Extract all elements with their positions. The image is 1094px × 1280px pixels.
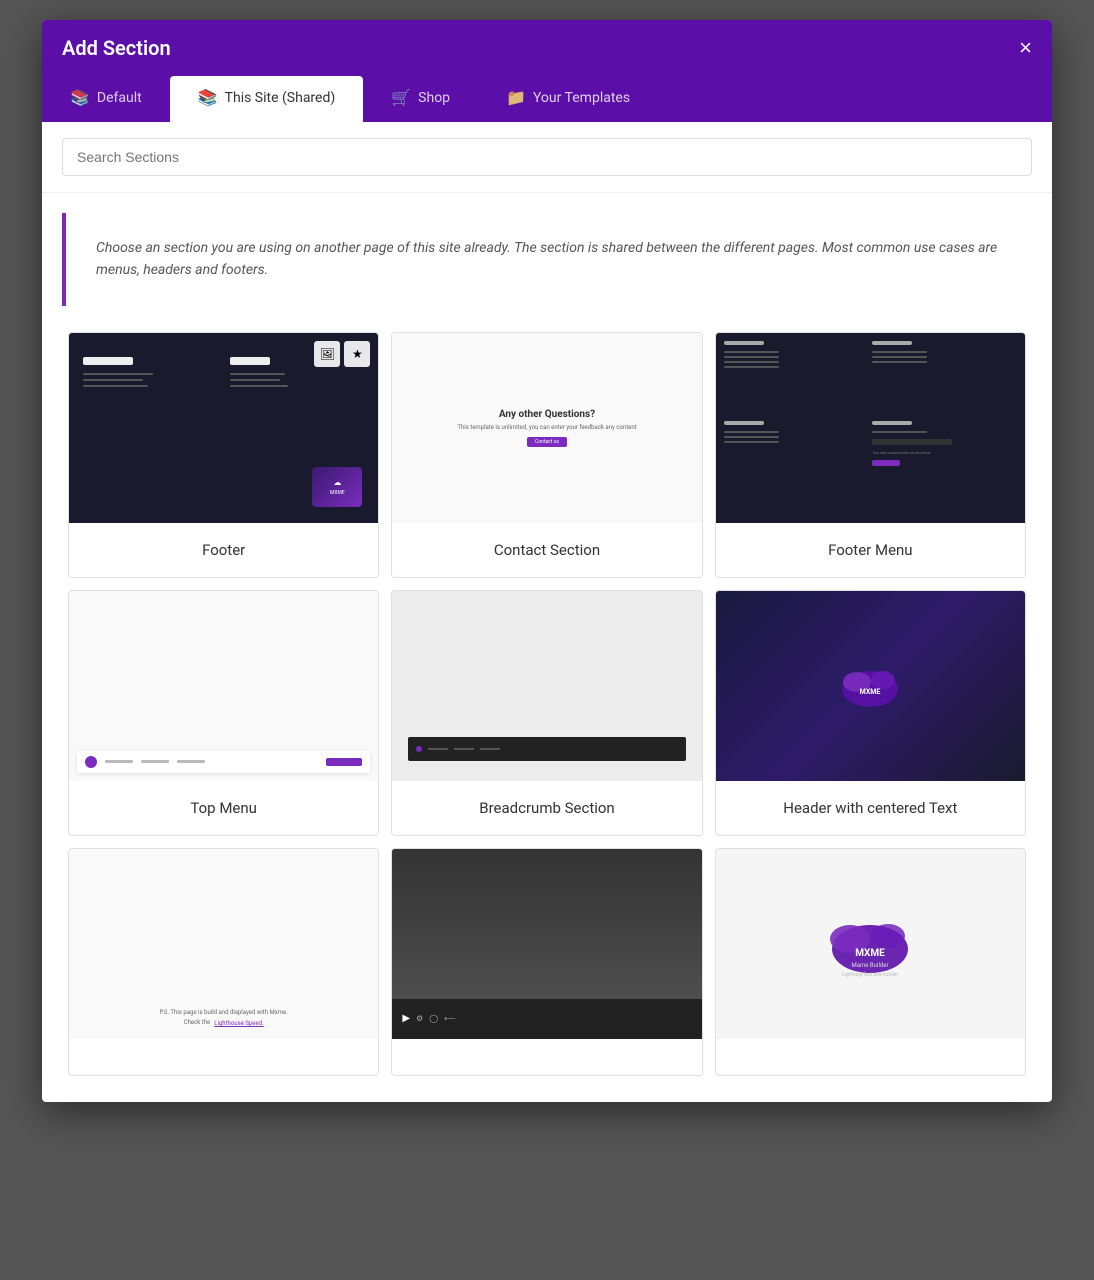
add-section-modal: Add Section × 📚 Default 📚 This Site (Sha…: [42, 20, 1052, 1102]
section-card-logo[interactable]: MXME Mame Builder Lightning fast site bu…: [715, 848, 1026, 1076]
footer-text-card-label: [69, 1039, 378, 1075]
top-menu-preview: [69, 591, 378, 781]
header-centered-preview: MXME: [716, 591, 1025, 781]
contact-text-mini: This template is unlimited, you can ente…: [457, 424, 636, 431]
section-card-video[interactable]: ▶ ⚙ ◯ ⟵: [391, 848, 702, 1076]
video-preview: ▶ ⚙ ◯ ⟵: [392, 849, 701, 1039]
info-block: Choose an section you are using on anoth…: [62, 213, 1032, 306]
breadcrumb-card-label: Breadcrumb Section: [392, 781, 701, 835]
breadcrumb-preview: [392, 591, 701, 781]
footer-lighthouse-link[interactable]: Lighthouse Speed.: [214, 1020, 263, 1027]
section-card-header-centered[interactable]: MXME Header with centered Text: [715, 590, 1026, 836]
contact-btn-mini: Contact us: [527, 437, 567, 447]
video-card-label: [392, 1039, 701, 1075]
tab-default-label: Default: [97, 90, 142, 106]
section-card-footer[interactable]: ☁MXME 🖼 ★ Footer: [68, 332, 379, 578]
tab-your-templates[interactable]: 📁 Your Templates: [478, 76, 658, 122]
sections-grid: ☁MXME 🖼 ★ Footer Any other Questions? Th…: [42, 316, 1052, 1102]
contact-title-mini: Any other Questions?: [499, 409, 595, 420]
contact-card-label: Contact Section: [392, 523, 701, 577]
contact-preview: Any other Questions? This template is un…: [392, 333, 701, 523]
tabs-bar: 📚 Default 📚 This Site (Shared) 🛒 Shop 📁 …: [42, 76, 1052, 122]
footer-card-label: Footer: [69, 523, 378, 577]
mxme-logo-svg: MXME Mame Builder Lightning fast site bu…: [820, 904, 920, 984]
modal-header: Add Section ×: [42, 20, 1052, 76]
search-input[interactable]: [62, 138, 1032, 176]
logo-preview: MXME Mame Builder Lightning fast site bu…: [716, 849, 1025, 1039]
section-card-contact[interactable]: Any other Questions? This template is un…: [391, 332, 702, 578]
footer-menu-card-label: Footer Menu: [716, 523, 1025, 577]
footer-check-text: Check the: [184, 1019, 211, 1026]
templates-tab-icon: 📁: [506, 88, 526, 107]
logo-card-label: [716, 1039, 1025, 1075]
svg-text:Mame Builder: Mame Builder: [852, 962, 889, 969]
footer-image-icon[interactable]: 🖼: [314, 341, 340, 367]
footer-preview: ☁MXME 🖼 ★: [69, 333, 378, 523]
section-card-breadcrumb[interactable]: Breadcrumb Section: [391, 590, 702, 836]
search-bar: [42, 122, 1052, 193]
header-centered-card-label: Header with centered Text: [716, 781, 1025, 835]
top-menu-card-label: Top Menu: [69, 781, 378, 835]
footer-menu-preview: You can unsubscribe at any time.: [716, 333, 1025, 523]
tab-default[interactable]: 📚 Default: [42, 76, 170, 122]
close-button[interactable]: ×: [1019, 37, 1032, 59]
tab-your-templates-label: Your Templates: [533, 90, 630, 106]
footer-text-line1: P.S. This page is build and displayed wi…: [160, 1009, 288, 1016]
this-site-tab-icon: 📚: [198, 88, 218, 107]
footer-card-icons: 🖼 ★: [314, 341, 370, 367]
section-card-top-menu[interactable]: Top Menu: [68, 590, 379, 836]
svg-text:MXME: MXME: [856, 948, 886, 959]
info-text: Choose an section you are using on anoth…: [96, 237, 1002, 282]
logo-svg: MXME: [835, 654, 905, 714]
modal-title: Add Section: [62, 36, 171, 60]
footer-text-preview: P.S. This page is build and displayed wi…: [69, 849, 378, 1039]
tab-shop-label: Shop: [418, 90, 450, 106]
svg-text:MXME: MXME: [860, 688, 881, 696]
default-tab-icon: 📚: [70, 88, 90, 107]
section-card-footer-text[interactable]: P.S. This page is build and displayed wi…: [68, 848, 379, 1076]
tab-this-site[interactable]: 📚 This Site (Shared): [170, 76, 364, 122]
shop-tab-icon: 🛒: [391, 88, 411, 107]
footer-star-icon[interactable]: ★: [344, 341, 370, 367]
tm-logo: [85, 756, 97, 768]
svg-text:Lightning fast site builder: Lightning fast site builder: [842, 971, 899, 978]
tab-shop[interactable]: 🛒 Shop: [363, 76, 478, 122]
tab-this-site-label: This Site (Shared): [225, 90, 336, 106]
section-card-footer-menu[interactable]: You can unsubscribe at any time. Footer …: [715, 332, 1026, 578]
